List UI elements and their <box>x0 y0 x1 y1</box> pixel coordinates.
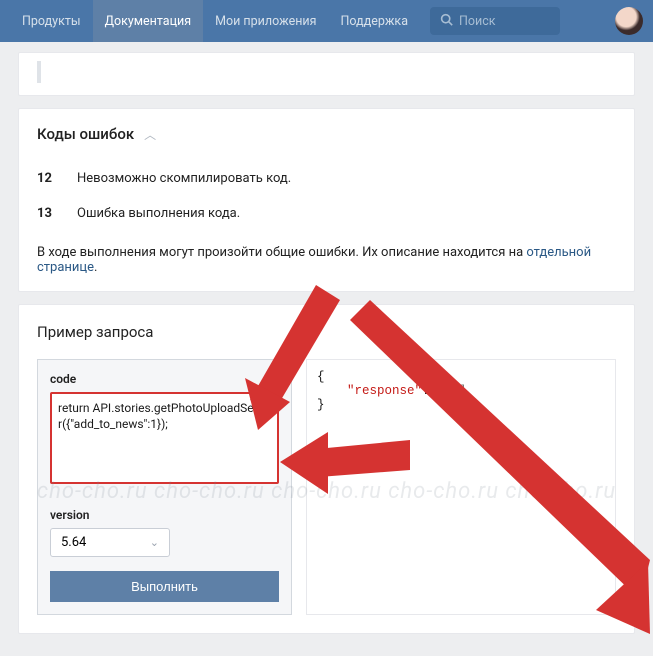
version-select[interactable]: 5.64 ⌄ <box>50 528 170 557</box>
version-value: 5.64 <box>61 535 86 550</box>
chevron-up-icon: ︿ <box>144 126 156 143</box>
request-params-pane: code return API.stories.getPhotoUploadSe… <box>37 359 292 615</box>
section-title-text: Коды ошибок <box>37 125 134 143</box>
note-suffix: . <box>94 260 97 275</box>
response-body: { "response": null } <box>317 370 605 412</box>
example-request-card: Пример запроса code return API.stories.g… <box>18 304 635 634</box>
error-code: 12 <box>37 171 59 186</box>
search-icon <box>440 13 453 30</box>
note-prefix: В ходе выполнения могут произойти общие … <box>37 245 526 260</box>
prev-section-stub <box>18 52 635 96</box>
nav-support[interactable]: Поддержка <box>328 0 420 42</box>
error-codes-card: Коды ошибок ︿ 12 Невозможно скомпилирова… <box>18 108 635 292</box>
search-input[interactable]: Поиск <box>430 7 560 35</box>
response-pane: { "response": null } <box>306 359 616 615</box>
search-placeholder: Поиск <box>459 14 496 29</box>
run-button[interactable]: Выполнить <box>50 571 279 602</box>
top-nav: Продукты Документация Мои приложения Под… <box>0 0 653 42</box>
avatar[interactable] <box>615 7 643 35</box>
error-code: 13 <box>37 206 59 221</box>
code-value: return API.stories.getPhotoUploadServer(… <box>58 400 271 432</box>
common-errors-note: В ходе выполнения могут произойти общие … <box>37 231 616 275</box>
chevron-down-icon: ⌄ <box>150 536 159 549</box>
code-input[interactable]: return API.stories.getPhotoUploadServer(… <box>50 392 279 484</box>
version-label: version <box>50 508 279 522</box>
error-text: Невозможно скомпилировать код. <box>77 171 291 186</box>
example-title: Пример запроса <box>37 323 616 341</box>
error-row: 13 Ошибка выполнения кода. <box>37 196 616 231</box>
nav-products[interactable]: Продукты <box>10 0 93 42</box>
nav-my-apps[interactable]: Мои приложения <box>203 0 328 42</box>
error-row: 12 Невозможно скомпилировать код. <box>37 161 616 196</box>
error-codes-title[interactable]: Коды ошибок ︿ <box>37 125 616 143</box>
nav-documentation[interactable]: Документация <box>93 0 204 42</box>
error-text: Ошибка выполнения кода. <box>77 206 240 221</box>
code-label: code <box>50 372 279 386</box>
